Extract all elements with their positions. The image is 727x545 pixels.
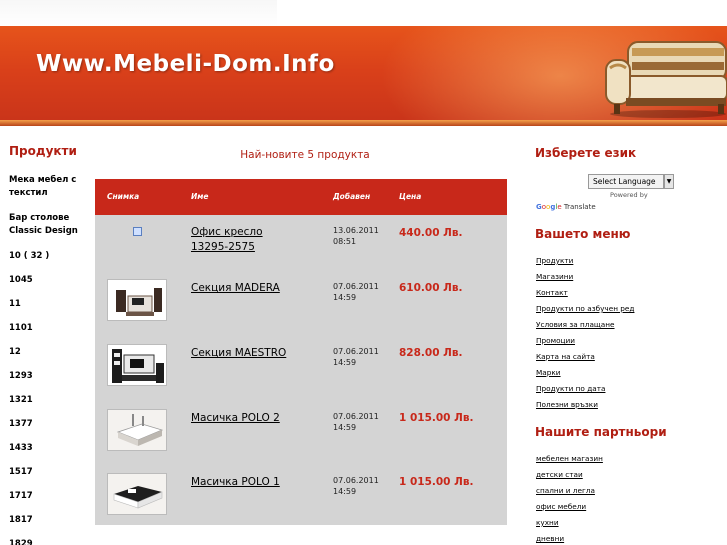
product-price: 828.00 Лв. (399, 347, 463, 359)
partner-link[interactable]: кухни (536, 515, 603, 531)
category-item[interactable]: 12 (9, 346, 89, 359)
site-header: Www.Mebeli-Dom.Info (0, 26, 727, 126)
category-item[interactable]: Мека мебел с текстил (9, 174, 89, 200)
category-item[interactable]: 1717 (9, 490, 89, 503)
category-item[interactable]: 10 ( 32 ) (9, 250, 89, 263)
menu-item[interactable]: Карта на сайта (536, 349, 634, 365)
table-row: Офис кресло 13295-2575 13.06.2011 08:51 4… (95, 215, 507, 279)
category-item[interactable]: 1433 (9, 442, 89, 455)
right-sidebar: Изберете език Select Language ▼ Powered … (535, 126, 727, 545)
col-photo-header: Снимка (107, 192, 140, 201)
product-price: 610.00 Лв. (399, 282, 463, 294)
product-thumbnail[interactable] (107, 279, 167, 321)
products-table: Снимка Име Добавен Цена Офис кресло 1329… (95, 179, 507, 525)
broken-image-icon[interactable] (133, 227, 142, 236)
product-link[interactable]: Секция MADERA (191, 281, 301, 296)
menu-list: Продукти Магазини Контакт Продукти по аз… (536, 253, 634, 413)
product-date: 07.06.2011 14:59 (333, 347, 379, 367)
menu-item[interactable]: Полезни връзки (536, 397, 634, 413)
sofa-image (605, 41, 727, 118)
partner-link[interactable]: спални и легла (536, 483, 603, 499)
google-translate-logo[interactable]: Google Translate (536, 203, 596, 211)
powered-by-label: Powered by (610, 191, 648, 199)
menu-item[interactable]: Магазини (536, 269, 634, 285)
product-price: 440.00 Лв. (399, 227, 463, 239)
product-date: 07.06.2011 14:59 (333, 282, 379, 302)
menu-item[interactable]: Продукти (536, 253, 634, 269)
language-heading: Изберете език (535, 146, 637, 160)
menu-item[interactable]: Продукти по дата (536, 381, 634, 397)
col-name-header: Име (191, 192, 209, 201)
table-row: Секция MADERA 07.06.2011 14:59 610.00 Лв. (95, 279, 507, 343)
products-heading: Продукти (9, 144, 77, 158)
product-price: 1 015.00 Лв. (399, 412, 474, 424)
product-date: 13.06.2011 08:51 (333, 226, 379, 246)
top-strip (0, 0, 727, 26)
category-item[interactable]: 11 (9, 298, 89, 311)
table-header: Снимка Име Добавен Цена (95, 179, 507, 215)
category-item[interactable]: 1377 (9, 418, 89, 431)
category-item[interactable]: 1829 (9, 538, 89, 545)
col-price-header: Цена (399, 192, 422, 201)
site-title[interactable]: Www.Mebeli-Dom.Info (36, 51, 335, 77)
left-sidebar: Продукти Мека мебел с текстил Бар столов… (0, 126, 90, 545)
partner-link[interactable]: офис мебели (536, 499, 603, 515)
coffee-table-polo-2-image (108, 410, 166, 450)
partners-heading: Нашите партньори (535, 425, 667, 439)
product-thumbnail[interactable] (107, 409, 167, 451)
table-row: Секция MAESTRO 07.06.2011 14:59 828.00 Лв… (95, 344, 507, 408)
category-item[interactable]: 1817 (9, 514, 89, 527)
product-link[interactable]: Масичка POLO 2 (191, 411, 301, 426)
page: Www.Mebeli-Dom.Info Продукти Мека мебел … (0, 0, 727, 545)
product-price: 1 015.00 Лв. (399, 476, 474, 488)
product-date: 07.06.2011 14:59 (333, 476, 379, 496)
product-link[interactable]: Офис кресло 13295-2575 (191, 225, 301, 255)
category-item[interactable]: 1293 (9, 370, 89, 383)
partner-link[interactable]: мебелен магазин (536, 451, 603, 467)
product-thumbnail[interactable] (107, 473, 167, 515)
product-date: 07.06.2011 14:59 (333, 412, 379, 432)
table-row: Масичка POLO 2 07.06.2011 14:59 1 015.00 … (95, 409, 507, 473)
wall-unit-madera-image (108, 280, 166, 320)
chevron-down-icon[interactable]: ▼ (664, 174, 674, 189)
product-link[interactable]: Секция MAESTRO (191, 346, 301, 361)
category-item[interactable]: 1517 (9, 466, 89, 479)
category-item[interactable]: 1045 (9, 274, 89, 287)
product-link[interactable]: Масичка POLO 1 (191, 475, 301, 490)
col-added-header: Добавен (333, 192, 371, 201)
table-row: Масичка POLO 1 07.06.2011 14:59 1 015.00 … (95, 473, 507, 537)
partner-link[interactable]: детски стаи (536, 467, 603, 483)
menu-heading: Вашето меню (535, 227, 631, 241)
product-thumbnail[interactable] (107, 344, 167, 386)
menu-item[interactable]: Условия за плащане (536, 317, 634, 333)
main-content: Най-новите 5 продукта Снимка Име Добавен… (95, 126, 507, 545)
category-item[interactable]: 1321 (9, 394, 89, 407)
menu-item[interactable]: Марки (536, 365, 634, 381)
category-item[interactable]: 1101 (9, 322, 89, 335)
coffee-table-polo-1-image (108, 474, 166, 514)
menu-item[interactable]: Промоции (536, 333, 634, 349)
menu-item[interactable]: Контакт (536, 285, 634, 301)
partners-list: мебелен магазин детски стаи спални и лег… (536, 451, 603, 545)
partner-link[interactable]: дневни (536, 531, 603, 545)
product-category-list: Мека мебел с текстил Бар столове Classic… (9, 174, 89, 545)
menu-item[interactable]: Продукти по азбучен ред (536, 301, 634, 317)
wall-unit-maestro-image (108, 345, 166, 385)
top-strip-left (0, 0, 277, 26)
language-select[interactable]: Select Language (588, 174, 664, 189)
newest-products-heading: Най-новите 5 продукта (240, 149, 370, 161)
category-item[interactable]: Бар столове Classic Design (9, 212, 89, 238)
